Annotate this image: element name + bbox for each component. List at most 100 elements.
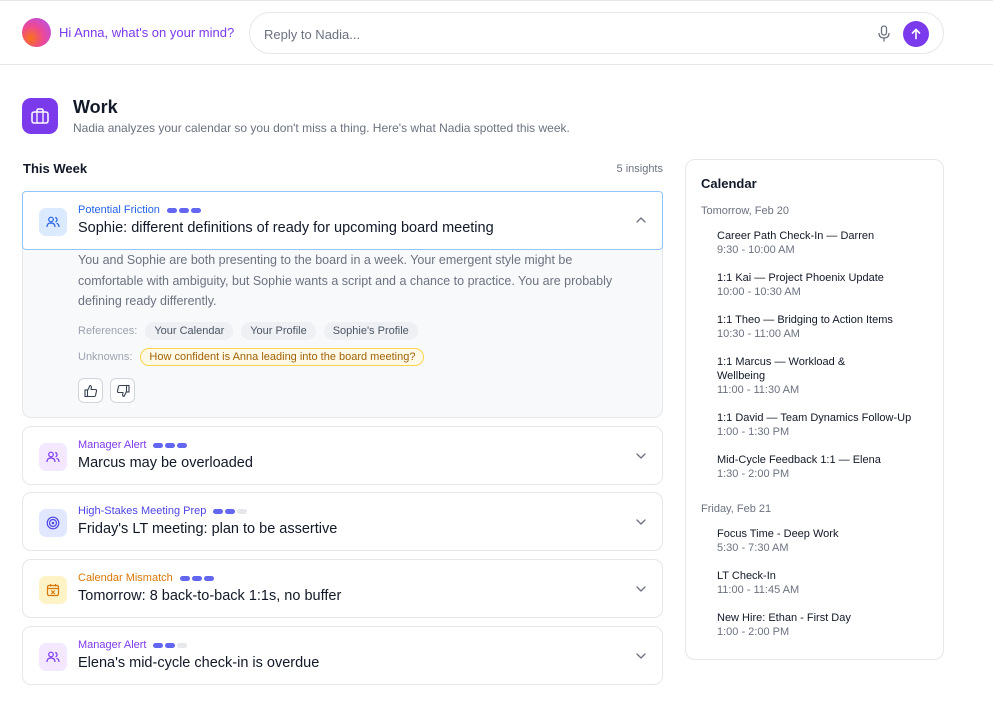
unknowns-label: Unknowns: [78,351,133,363]
chevron-down-icon[interactable] [635,651,647,661]
severity-bar [213,508,224,514]
references-row: References: Your Calendar Your Profile S… [78,322,418,340]
severity-bar [153,642,164,648]
target-icon [39,509,67,537]
calendar-event[interactable]: New Hire: Ethan - First Day 1:00 - 2:00 … [717,611,932,640]
insight-category: High-Stakes Meeting Prep [78,505,248,517]
event-time: 1:30 - 2:00 PM [717,468,790,480]
calendar-event[interactable]: 1:1 Kai — Project Phoenix Update 10:00 -… [717,271,932,300]
calendar-event[interactable]: Career Path Check-In — Darren 9:30 - 10:… [717,229,932,258]
insight-card-header[interactable]: Potential Friction Sophie: different def… [22,191,663,250]
send-button[interactable] [903,21,929,47]
insight-category: Manager Alert [78,439,188,451]
reply-bar[interactable] [249,12,944,54]
insight-count: 5 insights [616,163,663,175]
event-title: New Hire: Ethan - First Day [717,612,851,624]
insight-card[interactable]: Calendar Mismatch Tomorrow: 8 back-to-ba… [22,559,663,618]
arrow-up-icon [911,28,921,40]
severity-bar [165,442,176,448]
calendar-event[interactable]: 1:1 Theo — Bridging to Action Items 10:3… [717,313,932,342]
reference-chip[interactable]: Sophie's Profile [323,322,418,340]
severity-indicator [153,642,188,648]
insight-title: Friday's LT meeting: plan to be assertiv… [78,521,338,537]
insight-category: Potential Friction [78,204,201,216]
people-icon [39,643,67,671]
chevron-down-icon[interactable] [635,451,647,461]
severity-indicator [179,575,214,581]
calendar-day-label: Friday, Feb 21 [701,503,772,515]
event-title: Career Path Check-In — Darren [717,230,875,242]
unknowns-row: Unknowns: How confident is Anna leading … [78,348,425,366]
severity-bar [203,575,214,581]
severity-bar [166,207,177,213]
severity-bar [237,508,248,514]
people-icon [39,443,67,471]
calendar-event[interactable]: LT Check-In 11:00 - 11:45 AM [717,569,932,598]
section-label: This Week [23,161,88,176]
avatar[interactable] [22,18,51,47]
insight-category: Calendar Mismatch [78,572,214,584]
calendar-event[interactable]: 1:1 David — Team Dynamics Follow-Up 1:00… [717,411,932,440]
insight-body: You and Sophie are both presenting to th… [78,253,613,308]
event-time: 1:00 - 2:00 PM [717,626,790,638]
event-time: 1:00 - 1:30 PM [717,426,790,438]
insight-card[interactable]: Manager Alert Elena's mid-cycle check-in… [22,626,663,685]
page-subtitle: Nadia analyzes your calendar so you don'… [73,121,570,135]
chevron-up-icon[interactable] [635,215,647,225]
event-title: Mid-Cycle Feedback 1:1 — Elena [717,454,881,466]
event-time: 9:30 - 10:00 AM [717,244,795,256]
reply-input[interactable] [264,24,864,44]
chevron-down-icon[interactable] [635,584,647,594]
event-time: 11:00 - 11:30 AM [717,384,800,396]
event-title: 1:1 David — Team Dynamics Follow-Up [717,412,912,424]
insight-category: Manager Alert [78,639,188,651]
severity-indicator [166,207,201,213]
event-time: 10:30 - 11:00 AM [717,328,800,340]
severity-bar [165,642,176,648]
calendar-x-icon [39,576,67,604]
insight-card[interactable]: High-Stakes Meeting Prep Friday's LT mee… [22,492,663,551]
reference-chip[interactable]: Your Calendar [145,322,234,340]
thumbs-up-button[interactable] [78,378,103,403]
calendar-panel: Calendar Tomorrow, Feb 20 Career Path Ch… [685,159,944,660]
page-title: Work [73,97,118,117]
thumbs-down-icon [116,384,130,397]
insight-title: Tomorrow: 8 back-to-back 1:1s, no buffer [78,588,342,604]
calendar-event[interactable]: Mid-Cycle Feedback 1:1 — Elena 1:30 - 2:… [717,453,932,482]
event-title: LT Check-In [717,570,776,582]
event-time: 5:30 - 7:30 AM [717,542,789,554]
thumbs-up-icon [83,384,97,397]
calendar-day-label: Tomorrow, Feb 20 [701,205,790,217]
severity-indicator [213,508,248,514]
calendar-event[interactable]: Focus Time - Deep Work 5:30 - 7:30 AM [717,527,932,556]
unknown-chip[interactable]: How confident is Anna leading into the b… [140,348,425,366]
thumbs-down-button[interactable] [110,378,135,403]
severity-bar [179,575,190,581]
insight-card-expanded: Potential Friction Sophie: different def… [22,191,663,418]
top-bar: Hi Anna, what's on your mind? [0,0,993,65]
event-title: Focus Time - Deep Work [717,528,839,540]
microphone-icon[interactable] [877,25,891,43]
greeting-text: Hi Anna, what's on your mind? [59,25,235,40]
event-title: 1:1 Theo — Bridging to Action Items [717,314,893,326]
event-title: 1:1 Kai — Project Phoenix Update [717,272,884,284]
insight-card[interactable]: Manager Alert Marcus may be overloaded [22,426,663,485]
briefcase-icon [22,98,58,134]
severity-indicator [153,442,188,448]
severity-bar [225,508,236,514]
insight-title: Sophie: different definitions of ready f… [78,220,494,236]
event-time: 10:00 - 10:30 AM [717,286,801,298]
insight-title: Marcus may be overloaded [78,455,253,471]
references-label: References: [78,325,138,337]
insight-title: Elena's mid-cycle check-in is overdue [78,655,320,671]
reference-chip[interactable]: Your Profile [241,322,316,340]
calendar-event[interactable]: 1:1 Marcus — Workload & Wellbeing 11:00 … [717,355,857,398]
event-title: 1:1 Marcus — Workload & Wellbeing [717,356,846,382]
severity-bar [178,207,189,213]
calendar-title: Calendar [701,176,757,191]
severity-bar [177,642,188,648]
severity-bar [191,575,202,581]
severity-bar [190,207,201,213]
severity-bar [153,442,164,448]
chevron-down-icon[interactable] [635,517,647,527]
